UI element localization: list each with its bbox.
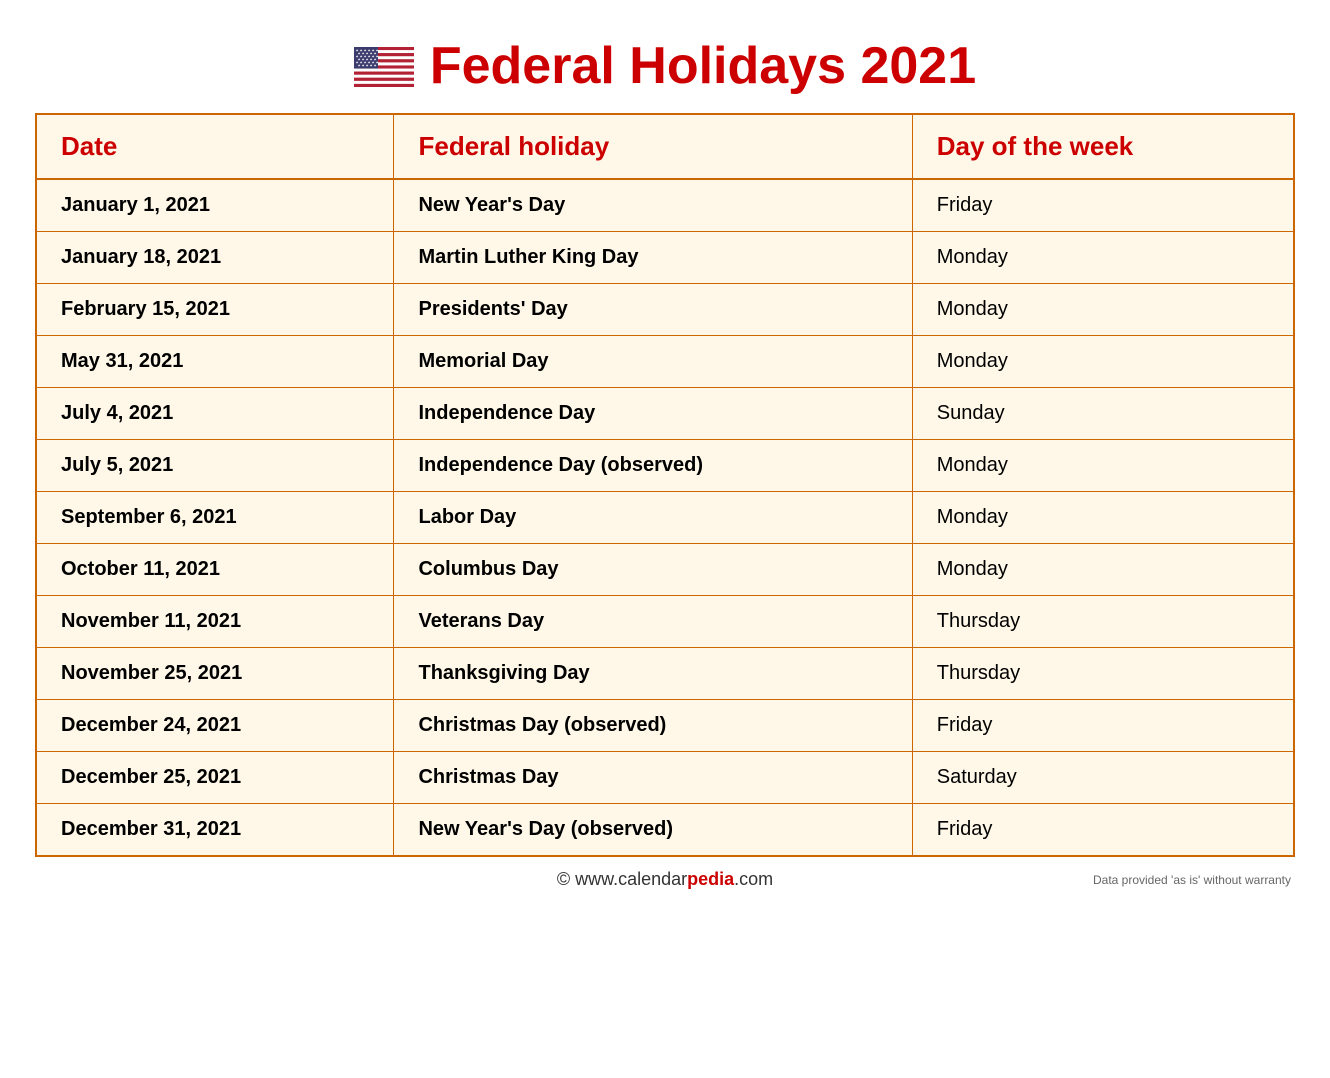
cell-holiday: Christmas Day bbox=[394, 752, 912, 804]
table-row: February 15, 2021Presidents' DayMonday bbox=[37, 284, 1293, 336]
cell-holiday: Presidents' Day bbox=[394, 284, 912, 336]
cell-date: October 11, 2021 bbox=[37, 544, 394, 596]
cell-holiday: Thanksgiving Day bbox=[394, 648, 912, 700]
footer-warranty: Data provided 'as is' without warranty bbox=[1091, 873, 1291, 887]
cell-day: Friday bbox=[912, 804, 1293, 856]
cell-holiday: Labor Day bbox=[394, 492, 912, 544]
cell-holiday: Memorial Day bbox=[394, 336, 912, 388]
table-row: December 31, 2021New Year's Day (observe… bbox=[37, 804, 1293, 856]
cell-date: January 1, 2021 bbox=[37, 179, 394, 232]
table-row: July 5, 2021Independence Day (observed)M… bbox=[37, 440, 1293, 492]
cell-day: Friday bbox=[912, 179, 1293, 232]
cell-date: July 4, 2021 bbox=[37, 388, 394, 440]
holidays-table: Date Federal holiday Day of the week Jan… bbox=[37, 115, 1293, 855]
table-row: December 24, 2021Christmas Day (observed… bbox=[37, 700, 1293, 752]
cell-day: Monday bbox=[912, 336, 1293, 388]
table-row: January 1, 2021New Year's DayFriday bbox=[37, 179, 1293, 232]
cell-day: Sunday bbox=[912, 388, 1293, 440]
col-header-day: Day of the week bbox=[912, 115, 1293, 179]
footer-credit-prefix: © www.calendar bbox=[557, 869, 687, 889]
footer-credit-suffix: .com bbox=[734, 869, 773, 889]
cell-date: September 6, 2021 bbox=[37, 492, 394, 544]
cell-date: November 25, 2021 bbox=[37, 648, 394, 700]
cell-date: December 31, 2021 bbox=[37, 804, 394, 856]
cell-holiday: Christmas Day (observed) bbox=[394, 700, 912, 752]
cell-day: Monday bbox=[912, 232, 1293, 284]
cell-day: Thursday bbox=[912, 596, 1293, 648]
footer-credit-highlight: pedia bbox=[687, 869, 734, 889]
table-row: January 18, 2021Martin Luther King DayMo… bbox=[37, 232, 1293, 284]
cell-date: May 31, 2021 bbox=[37, 336, 394, 388]
cell-holiday: New Year's Day (observed) bbox=[394, 804, 912, 856]
cell-holiday: Independence Day (observed) bbox=[394, 440, 912, 492]
cell-day: Monday bbox=[912, 440, 1293, 492]
table-header-row: Date Federal holiday Day of the week bbox=[37, 115, 1293, 179]
cell-holiday: Veterans Day bbox=[394, 596, 912, 648]
cell-day: Thursday bbox=[912, 648, 1293, 700]
page-wrapper: ★★★★★★ ★★★★★ ★★★★★★ ★★★★★ ★★★★★★ ★★★★★ F… bbox=[35, 20, 1295, 894]
cell-date: December 24, 2021 bbox=[37, 700, 394, 752]
cell-holiday: Columbus Day bbox=[394, 544, 912, 596]
col-header-holiday: Federal holiday bbox=[394, 115, 912, 179]
table-row: October 11, 2021Columbus DayMonday bbox=[37, 544, 1293, 596]
table-row: September 6, 2021Labor DayMonday bbox=[37, 492, 1293, 544]
cell-holiday: Independence Day bbox=[394, 388, 912, 440]
footer-credit: © www.calendarpedia.com bbox=[239, 869, 1091, 890]
cell-date: July 5, 2021 bbox=[37, 440, 394, 492]
cell-date: January 18, 2021 bbox=[37, 232, 394, 284]
cell-date: November 11, 2021 bbox=[37, 596, 394, 648]
page-header: ★★★★★★ ★★★★★ ★★★★★★ ★★★★★ ★★★★★★ ★★★★★ F… bbox=[35, 20, 1295, 113]
table-row: November 25, 2021Thanksgiving DayThursda… bbox=[37, 648, 1293, 700]
col-header-date: Date bbox=[37, 115, 394, 179]
page-footer: © www.calendarpedia.com Data provided 'a… bbox=[35, 857, 1295, 894]
table-row: December 25, 2021Christmas DaySaturday bbox=[37, 752, 1293, 804]
page-title: Federal Holidays 2021 bbox=[430, 38, 976, 95]
us-flag-icon: ★★★★★★ ★★★★★ ★★★★★★ ★★★★★ ★★★★★★ ★★★★★ bbox=[354, 47, 414, 87]
cell-day: Friday bbox=[912, 700, 1293, 752]
cell-holiday: New Year's Day bbox=[394, 179, 912, 232]
cell-day: Monday bbox=[912, 284, 1293, 336]
holidays-table-container: Date Federal holiday Day of the week Jan… bbox=[35, 113, 1295, 857]
cell-date: February 15, 2021 bbox=[37, 284, 394, 336]
cell-day: Monday bbox=[912, 544, 1293, 596]
table-row: July 4, 2021Independence DaySunday bbox=[37, 388, 1293, 440]
table-row: May 31, 2021Memorial DayMonday bbox=[37, 336, 1293, 388]
cell-day: Saturday bbox=[912, 752, 1293, 804]
table-row: November 11, 2021Veterans DayThursday bbox=[37, 596, 1293, 648]
cell-day: Monday bbox=[912, 492, 1293, 544]
cell-date: December 25, 2021 bbox=[37, 752, 394, 804]
cell-holiday: Martin Luther King Day bbox=[394, 232, 912, 284]
